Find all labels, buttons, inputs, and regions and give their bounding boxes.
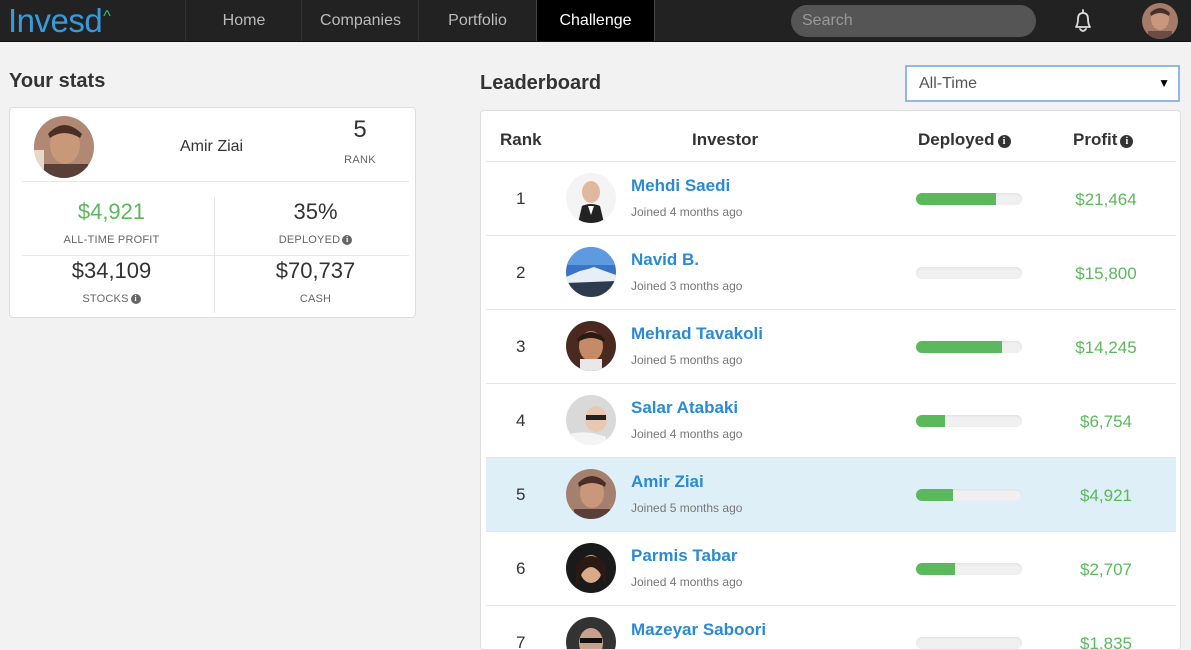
rank-value: 1 [516, 189, 526, 208]
deployed-progress-bar [916, 267, 1022, 279]
caret-down-icon: ▼ [1158, 76, 1170, 90]
info-icon[interactable]: i [997, 135, 1011, 148]
investor-name-link[interactable]: Mehdi Saedi [631, 176, 730, 196]
investor-name-link[interactable]: Salar Atabaki [631, 398, 738, 418]
user-avatar[interactable] [1142, 3, 1178, 39]
column-header-profit[interactable]: Profit i [1073, 130, 1134, 150]
stocks-value: $34,109 [71, 258, 152, 283]
bell-icon[interactable] [1070, 8, 1096, 34]
nav-home[interactable]: Home [185, 0, 302, 41]
profit-value: $14,245 [1075, 338, 1137, 357]
profit-value: $1,835 [1080, 634, 1132, 650]
stats-rank-value: 5 [353, 116, 367, 143]
investor-avatar[interactable] [566, 247, 616, 297]
leaderboard-table: Rank Investor Deployed i Profit i 1 Mehdi S… [480, 110, 1181, 650]
deployed-progress-bar [916, 193, 1022, 205]
leaderboard-row[interactable]: 5 Amir Ziai Joined 5 months ago $4,921 [486, 457, 1176, 531]
investor-avatar[interactable] [566, 321, 616, 371]
investor-name-link[interactable]: Amir Ziai [631, 472, 704, 492]
deployed-progress-fill [916, 193, 996, 205]
rank-value: 5 [516, 485, 526, 504]
all-time-profit-label: ALL-TIME PROFIT [63, 234, 160, 246]
leaderboard-title: Leaderboard [480, 72, 602, 94]
info-icon[interactable]: i [342, 235, 353, 246]
leaderboard-row[interactable]: 7 Mazeyar Saboori $1,835 [486, 605, 1176, 650]
period-select-value: All-Time [919, 75, 978, 92]
deployed-progress-fill [916, 415, 945, 427]
investor-avatar[interactable] [566, 173, 616, 223]
nav-challenge[interactable]: Challenge [536, 0, 655, 41]
deployed-progress-bar [916, 637, 1022, 649]
investor-avatar[interactable] [566, 395, 616, 445]
info-icon[interactable]: i [1120, 135, 1134, 148]
stats-card: Amir Ziai 5 RANK $4,921 ALL-TIME PROFIT … [9, 107, 416, 318]
joined-date: Joined 4 months ago [631, 575, 743, 589]
deployed-progress-bar [916, 489, 1022, 501]
stats-user-name: Amir Ziai [180, 138, 244, 155]
all-time-profit-value: $4,921 [77, 199, 146, 224]
column-header-deployed[interactable]: Deployed i [918, 130, 1011, 150]
investor-name-link[interactable]: Mehrad Tavakoli [631, 324, 763, 344]
stats-title: Your stats [9, 70, 106, 92]
stats-rank-label: RANK [344, 154, 376, 166]
investor-name-link[interactable]: Mazeyar Saboori [631, 620, 766, 640]
profit-value: $2,707 [1080, 560, 1132, 579]
period-select[interactable]: All-Time ▼ [905, 65, 1180, 102]
divider [22, 255, 409, 256]
info-icon[interactable]: i [130, 294, 141, 305]
rank-value: 3 [516, 337, 526, 356]
deployed-progress-fill [916, 563, 956, 575]
joined-date: Joined 4 months ago [631, 427, 743, 441]
joined-date: Joined 5 months ago [631, 353, 743, 367]
leaderboard-row[interactable]: 1 Mehdi Saedi Joined 4 months ago $21,464 [486, 161, 1176, 235]
leaderboard-row[interactable]: 6 Parmis Tabar Joined 4 months ago $2,707 [486, 531, 1176, 605]
stats-avatar [34, 116, 94, 178]
stocks-label: STOCKS i [10, 293, 213, 305]
profit-value: $4,921 [1080, 486, 1132, 505]
rank-value: 2 [516, 263, 526, 282]
profit-value: $21,464 [1075, 190, 1137, 209]
profit-value: $15,800 [1075, 264, 1137, 283]
deployed-label: DEPLOYED i [214, 234, 417, 246]
top-navbar: Invesd^ Home Companies Portfolio Challen… [0, 0, 1191, 42]
nav-companies[interactable]: Companies [301, 0, 419, 41]
column-header-investor[interactable]: Investor [692, 130, 758, 150]
rank-value: 7 [516, 633, 526, 650]
divider [22, 181, 409, 182]
search-input[interactable] [791, 5, 1036, 37]
invesd-logo[interactable]: Invesd^ [8, 0, 111, 41]
joined-date: Joined 4 months ago [631, 205, 743, 219]
column-header-rank[interactable]: Rank [500, 130, 542, 150]
investor-avatar[interactable] [566, 617, 616, 649]
nav-portfolio[interactable]: Portfolio [418, 0, 536, 41]
cash-value: $70,737 [275, 258, 356, 283]
investor-name-link[interactable]: Navid B. [631, 250, 699, 270]
investor-avatar[interactable] [566, 469, 616, 519]
deployed-progress-bar [916, 563, 1022, 575]
joined-date: Joined 5 months ago [631, 501, 743, 515]
leaderboard-row[interactable]: 2 Navid B. Joined 3 months ago $15,800 [486, 235, 1176, 309]
profit-value: $6,754 [1080, 412, 1132, 431]
investor-name-link[interactable]: Parmis Tabar [631, 546, 737, 566]
leaderboard-row[interactable]: 4 Salar Atabaki Joined 4 months ago $6,754 [486, 383, 1176, 457]
deployed-progress-bar [916, 341, 1022, 353]
deployed-progress-bar [916, 415, 1022, 427]
deployed-progress-fill [916, 489, 954, 501]
rank-value: 4 [516, 411, 526, 430]
deployed-value: 35% [293, 199, 338, 224]
rank-value: 6 [516, 559, 526, 578]
cash-label: CASH [299, 293, 332, 305]
leaderboard-row[interactable]: 3 Mehrad Tavakoli Joined 5 months ago $14,2… [486, 309, 1176, 383]
joined-date: Joined 3 months ago [631, 279, 743, 293]
investor-avatar[interactable] [566, 543, 616, 593]
deployed-progress-fill [916, 341, 1002, 353]
